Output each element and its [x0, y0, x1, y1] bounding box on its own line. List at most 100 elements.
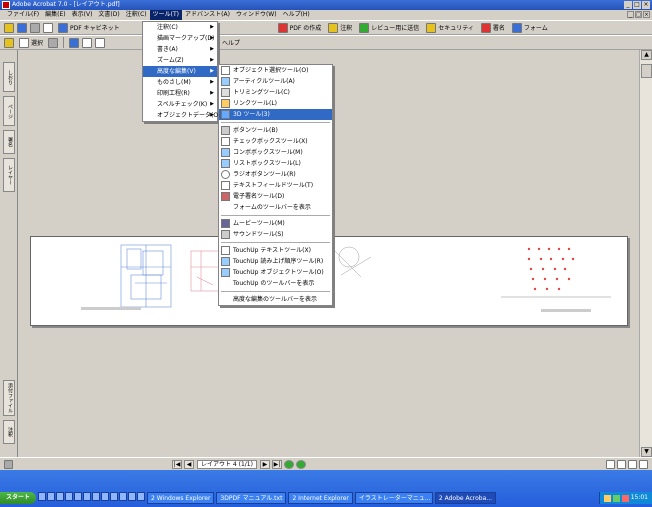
send-review-button[interactable]: レビュー用に送信	[357, 22, 421, 34]
digital-signature-tool-item[interactable]: 電子署名ツール(D)	[219, 191, 332, 202]
quick-launch-icon[interactable]	[137, 492, 146, 501]
tools-menu-item[interactable]: 注釈(C) ▶	[143, 22, 217, 33]
snapshot-icon[interactable]	[48, 37, 59, 48]
clock[interactable]: 15:01	[631, 492, 648, 504]
facing-icon[interactable]	[628, 459, 637, 469]
article-tool-item[interactable]: アーティクルツール(A)	[219, 76, 332, 87]
doc-restore-button[interactable]: □	[635, 11, 642, 18]
tools-menu-item[interactable]: ズーム(Z) ▶	[143, 55, 217, 66]
hand-tool-icon[interactable]	[4, 37, 14, 48]
touchup-reading-order-item[interactable]: TouchUp 読み上げ順序ツール(R)	[219, 256, 332, 267]
tools-menu-item[interactable]: 書き(A) ▶	[143, 44, 217, 55]
tray-icon[interactable]	[612, 494, 620, 502]
email-icon[interactable]	[43, 22, 53, 33]
tab-comments[interactable]: 注釈	[3, 420, 15, 444]
last-page-button[interactable]: ▶|	[271, 459, 282, 469]
tools-menu-item[interactable]: 描画マークアップ(D) ▶	[143, 33, 217, 44]
quick-launch-icon[interactable]	[92, 492, 101, 501]
print-icon[interactable]	[30, 22, 40, 33]
menu-advanced[interactable]: アドバンスト(A)	[182, 10, 233, 20]
save-icon[interactable]	[17, 22, 27, 33]
tray-icon[interactable]	[603, 494, 611, 502]
touchup-object-tool-item[interactable]: TouchUp オブジェクトツール(O)	[219, 267, 332, 278]
quick-launch-icon[interactable]	[74, 492, 83, 501]
doc-minimize-button[interactable]: _	[627, 11, 634, 18]
scroll-thumb[interactable]	[641, 64, 652, 78]
continuous-facing-icon[interactable]	[639, 459, 648, 469]
single-page-icon[interactable]	[606, 459, 615, 469]
quick-launch-icon[interactable]	[128, 492, 137, 501]
quick-launch-icon[interactable]	[101, 492, 110, 501]
quick-launch-icon[interactable]	[110, 492, 119, 501]
start-button[interactable]: スタート	[0, 492, 37, 504]
quick-launch-icon[interactable]	[56, 492, 65, 501]
page-number-field[interactable]: レイアウト 4 (1/1)	[197, 459, 257, 469]
checkbox-tool-item[interactable]: チェックボックスツール(X)	[219, 136, 332, 147]
link-tool-item[interactable]: リンクツール(L)	[219, 98, 332, 109]
menu-tools[interactable]: ツール(T)	[149, 10, 182, 20]
quick-launch-icon[interactable]	[65, 492, 74, 501]
tab-signatures[interactable]: 署名	[3, 130, 15, 154]
quick-launch-icon[interactable]	[47, 492, 56, 501]
open-icon[interactable]	[4, 22, 14, 33]
next-view-button[interactable]	[295, 459, 306, 469]
continuous-icon[interactable]	[617, 459, 626, 469]
quick-launch-icon[interactable]	[119, 492, 128, 501]
crop-tool-item[interactable]: トリミングツール(C)	[219, 87, 332, 98]
menu-edit[interactable]: 編集(E)	[42, 10, 68, 20]
maximize-button[interactable]: □	[633, 1, 641, 9]
forms-button[interactable]: フォーム	[510, 22, 550, 34]
listbox-tool-item[interactable]: リストボックスツール(L)	[219, 158, 332, 169]
menu-document[interactable]: 文書(D)	[95, 10, 122, 20]
taskbar-button-illustrator[interactable]: イラストレーターマニュ...	[354, 492, 433, 504]
fit-width-icon[interactable]	[95, 37, 106, 48]
fit-page-icon[interactable]	[82, 37, 93, 48]
first-page-button[interactable]: |◀	[172, 459, 182, 469]
tab-bookmarks[interactable]: しおり	[3, 62, 15, 92]
pdf-package-button[interactable]: PDF キャビネット	[56, 22, 122, 34]
text-field-tool-item[interactable]: テキストフィールドツール(T)	[219, 180, 332, 191]
combobox-tool-item[interactable]: コンボボックスツール(M)	[219, 147, 332, 158]
menu-file[interactable]: ファイル(F)	[4, 10, 42, 20]
radio-button-tool-item[interactable]: ラジオボタンツール(R)	[219, 169, 332, 180]
previous-page-button[interactable]: ◀	[184, 459, 194, 469]
touchup-text-tool-item[interactable]: TouchUp テキストツール(X)	[219, 245, 332, 256]
vertical-scrollbar[interactable]: ▲ ▼	[639, 50, 652, 457]
select-object-tool-item[interactable]: オブジェクト選択ツール(O)	[219, 65, 332, 76]
tray-icon[interactable]	[621, 494, 629, 502]
secure-button[interactable]: セキュリティ	[424, 22, 476, 34]
menu-view[interactable]: 表示(V)	[69, 10, 96, 20]
minimize-button[interactable]: _	[624, 1, 632, 9]
quick-launch-icon[interactable]	[38, 492, 47, 501]
button-tool-item[interactable]: ボタンツール(B)	[219, 125, 332, 136]
show-advanced-editing-toolbar-item[interactable]: 高度な編集のツールバーを表示	[219, 294, 332, 305]
tab-pages[interactable]: ページ	[3, 96, 15, 126]
scroll-up-arrow[interactable]: ▲	[641, 50, 652, 60]
tools-menu-item[interactable]: ものさし(M) ▶	[143, 77, 217, 88]
show-forms-toolbar-item[interactable]: フォームのツールバーを表示	[219, 202, 332, 213]
tab-layers[interactable]: レイヤー	[3, 158, 15, 192]
menu-comments[interactable]: 注釈(C)	[123, 10, 150, 20]
taskbar-button-ie[interactable]: 2 Internet Explorer	[288, 492, 353, 504]
create-pdf-button[interactable]: PDF の作成	[276, 22, 324, 34]
previous-view-button[interactable]	[283, 459, 294, 469]
comment-button[interactable]: 注釈	[326, 22, 354, 34]
next-page-button[interactable]: ▶	[259, 459, 270, 469]
movie-tool-item[interactable]: ムービーツール(M)	[219, 218, 332, 229]
close-button[interactable]: ×	[642, 1, 650, 9]
doc-close-button[interactable]: ×	[643, 11, 650, 18]
tools-menu-item[interactable]: 印刷工程(R) ▶	[143, 88, 217, 99]
page-layout-icon[interactable]	[4, 459, 13, 469]
select-tool-button[interactable]: 選択	[17, 37, 45, 49]
show-touchup-toolbar-item[interactable]: TouchUp のツールバーを表示	[219, 278, 332, 289]
menu-window[interactable]: ウィンドウ(W)	[233, 10, 280, 20]
taskbar-button-notepad[interactable]: 3DPDF マニュアル.txt	[216, 492, 287, 504]
quick-launch-icon[interactable]	[83, 492, 92, 501]
tools-menu-item[interactable]: スペルチェック(K) ▶	[143, 99, 217, 110]
menu-help[interactable]: ヘルプ(H)	[280, 10, 313, 20]
tools-menu-item[interactable]: オブジェクトデータ(O) ▶	[143, 110, 220, 121]
scroll-down-arrow[interactable]: ▼	[641, 447, 652, 457]
3d-tool-item[interactable]: 3D ツール(3)	[219, 109, 332, 120]
taskbar-button-explorer[interactable]: 2 Windows Explorer	[147, 492, 215, 504]
taskbar-button-acrobat[interactable]: 2 Adobe Acroba...	[434, 492, 497, 504]
